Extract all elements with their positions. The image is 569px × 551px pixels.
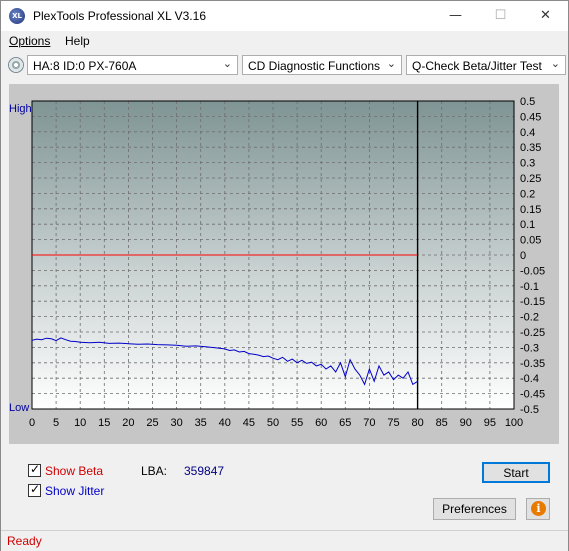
- x-tick-label: 30: [170, 417, 182, 429]
- y-tick-label: 0.35: [520, 142, 541, 154]
- test-select-value: Q-Check Beta/Jitter Test: [412, 59, 542, 73]
- plextools-logo-icon: XL: [9, 8, 25, 24]
- y-tick-label: 0.4: [520, 127, 535, 139]
- y-tick-label: 0.1: [520, 219, 535, 231]
- y-high-label: High: [9, 103, 32, 115]
- y-tick-label: 0.25: [520, 173, 541, 185]
- info-icon: i: [531, 501, 546, 516]
- test-select[interactable]: Q-Check Beta/Jitter Test ⌄: [406, 55, 566, 75]
- x-tick-label: 5: [53, 417, 59, 429]
- y-tick-label: 0.45: [520, 111, 541, 123]
- preferences-button[interactable]: Preferences: [433, 498, 516, 520]
- x-tick-label: 40: [219, 417, 231, 429]
- x-tick-label: 35: [195, 417, 207, 429]
- controls-panel: ✓ Show Beta ✓ Show Jitter LBA: 359847 St…: [1, 451, 568, 531]
- y-tick-label: 0.05: [520, 235, 541, 247]
- chevron-down-icon: ⌄: [550, 58, 560, 70]
- y-tick-label: -0.15: [520, 296, 545, 308]
- title-bar: XL PlexTools Professional XL V3.16 — ☐ ✕: [1, 1, 568, 31]
- checkmark-icon: ✓: [30, 462, 41, 476]
- checkmark-icon: ✓: [30, 482, 41, 496]
- function-select[interactable]: CD Diagnostic Functions ⌄: [242, 55, 402, 75]
- y-tick-label: -0.1: [520, 281, 539, 293]
- x-tick-label: 10: [74, 417, 86, 429]
- plot-area: 0 5 10 15 20 25 30 35 40 45 50 55 60 65 70 75 80 85 90 95 10…: [29, 96, 545, 429]
- y-tick-label: -0.2: [520, 312, 539, 324]
- window-title: PlexTools Professional XL V3.16: [33, 9, 206, 23]
- x-tick-label: 100: [505, 417, 523, 429]
- y-tick-label: -0.35: [520, 358, 545, 370]
- lba-value: 359847: [184, 464, 225, 478]
- menu-help[interactable]: Help: [65, 34, 90, 48]
- menu-options-label: Options: [9, 34, 51, 48]
- status-bar: Ready: [1, 530, 568, 551]
- app-window: XL PlexTools Professional XL V3.16 — ☐ ✕…: [0, 0, 569, 551]
- show-jitter-checkbox[interactable]: ✓: [28, 482, 41, 497]
- beta-jitter-chart: High Low 0 5 10 15 20 25 30 35 40 45 50 55 60 65 70 75 8…: [9, 96, 545, 429]
- y-tick-label: -0.05: [520, 265, 545, 277]
- y-tick-label: 0.3: [520, 158, 535, 170]
- show-jitter-label[interactable]: Show Jitter: [45, 484, 104, 498]
- function-select-value: CD Diagnostic Functions: [248, 59, 381, 73]
- x-tick-label: 75: [387, 417, 399, 429]
- close-button[interactable]: ✕: [523, 1, 568, 31]
- y-tick-label: -0.5: [520, 404, 539, 416]
- y-tick-label: 0.5: [520, 96, 535, 108]
- x-tick-label: 25: [146, 417, 158, 429]
- y-tick-label: -0.25: [520, 327, 545, 339]
- x-tick-label: 50: [267, 417, 279, 429]
- x-tick-label: 55: [291, 417, 303, 429]
- lba-label: LBA:: [141, 464, 168, 478]
- x-tick-label: 60: [315, 417, 327, 429]
- start-button[interactable]: Start: [482, 462, 550, 483]
- drive-select-value: HA:8 ID:0 PX-760A: [33, 59, 137, 73]
- x-tick-label: 70: [363, 417, 375, 429]
- y-low-label: Low: [9, 402, 29, 414]
- maximize-button[interactable]: ☐: [478, 1, 523, 31]
- cd-drive-icon: [8, 57, 24, 73]
- chevron-down-icon: ⌄: [222, 58, 232, 70]
- chart-panel: High Low 0 5 10 15 20 25 30 35 40 45 50 55 60 65 70 75 8…: [9, 84, 559, 444]
- x-tick-label: 65: [339, 417, 351, 429]
- chevron-down-icon: ⌄: [386, 58, 396, 70]
- x-tick-label: 95: [484, 417, 496, 429]
- y-tick-label: -0.4: [520, 373, 539, 385]
- minimize-button[interactable]: —: [433, 1, 478, 31]
- x-tick-label: 80: [411, 417, 423, 429]
- x-tick-label: 90: [460, 417, 472, 429]
- show-beta-label[interactable]: Show Beta: [45, 464, 103, 478]
- info-button[interactable]: i: [526, 498, 550, 520]
- y-tick-label: 0.15: [520, 204, 541, 216]
- menu-help-label: Help: [65, 34, 90, 48]
- y-tick-label: 0: [520, 250, 526, 262]
- y-tick-label: 0.2: [520, 188, 535, 200]
- menu-options[interactable]: Options: [9, 34, 50, 48]
- x-tick-label: 85: [436, 417, 448, 429]
- toolbar: HA:8 ID:0 PX-760A ⌄ CD Diagnostic Functi…: [1, 53, 568, 79]
- y-tick-label: -0.3: [520, 342, 539, 354]
- x-tick-label: 45: [243, 417, 255, 429]
- show-beta-checkbox[interactable]: ✓: [28, 462, 41, 477]
- x-tick-label: 15: [98, 417, 110, 429]
- x-tick-label: 20: [122, 417, 134, 429]
- y-tick-label: -0.45: [520, 389, 545, 401]
- x-tick-label: 0: [29, 417, 35, 429]
- drive-select[interactable]: HA:8 ID:0 PX-760A ⌄: [27, 55, 238, 75]
- menu-bar: Options Help: [1, 31, 568, 51]
- status-text: Ready: [7, 534, 42, 548]
